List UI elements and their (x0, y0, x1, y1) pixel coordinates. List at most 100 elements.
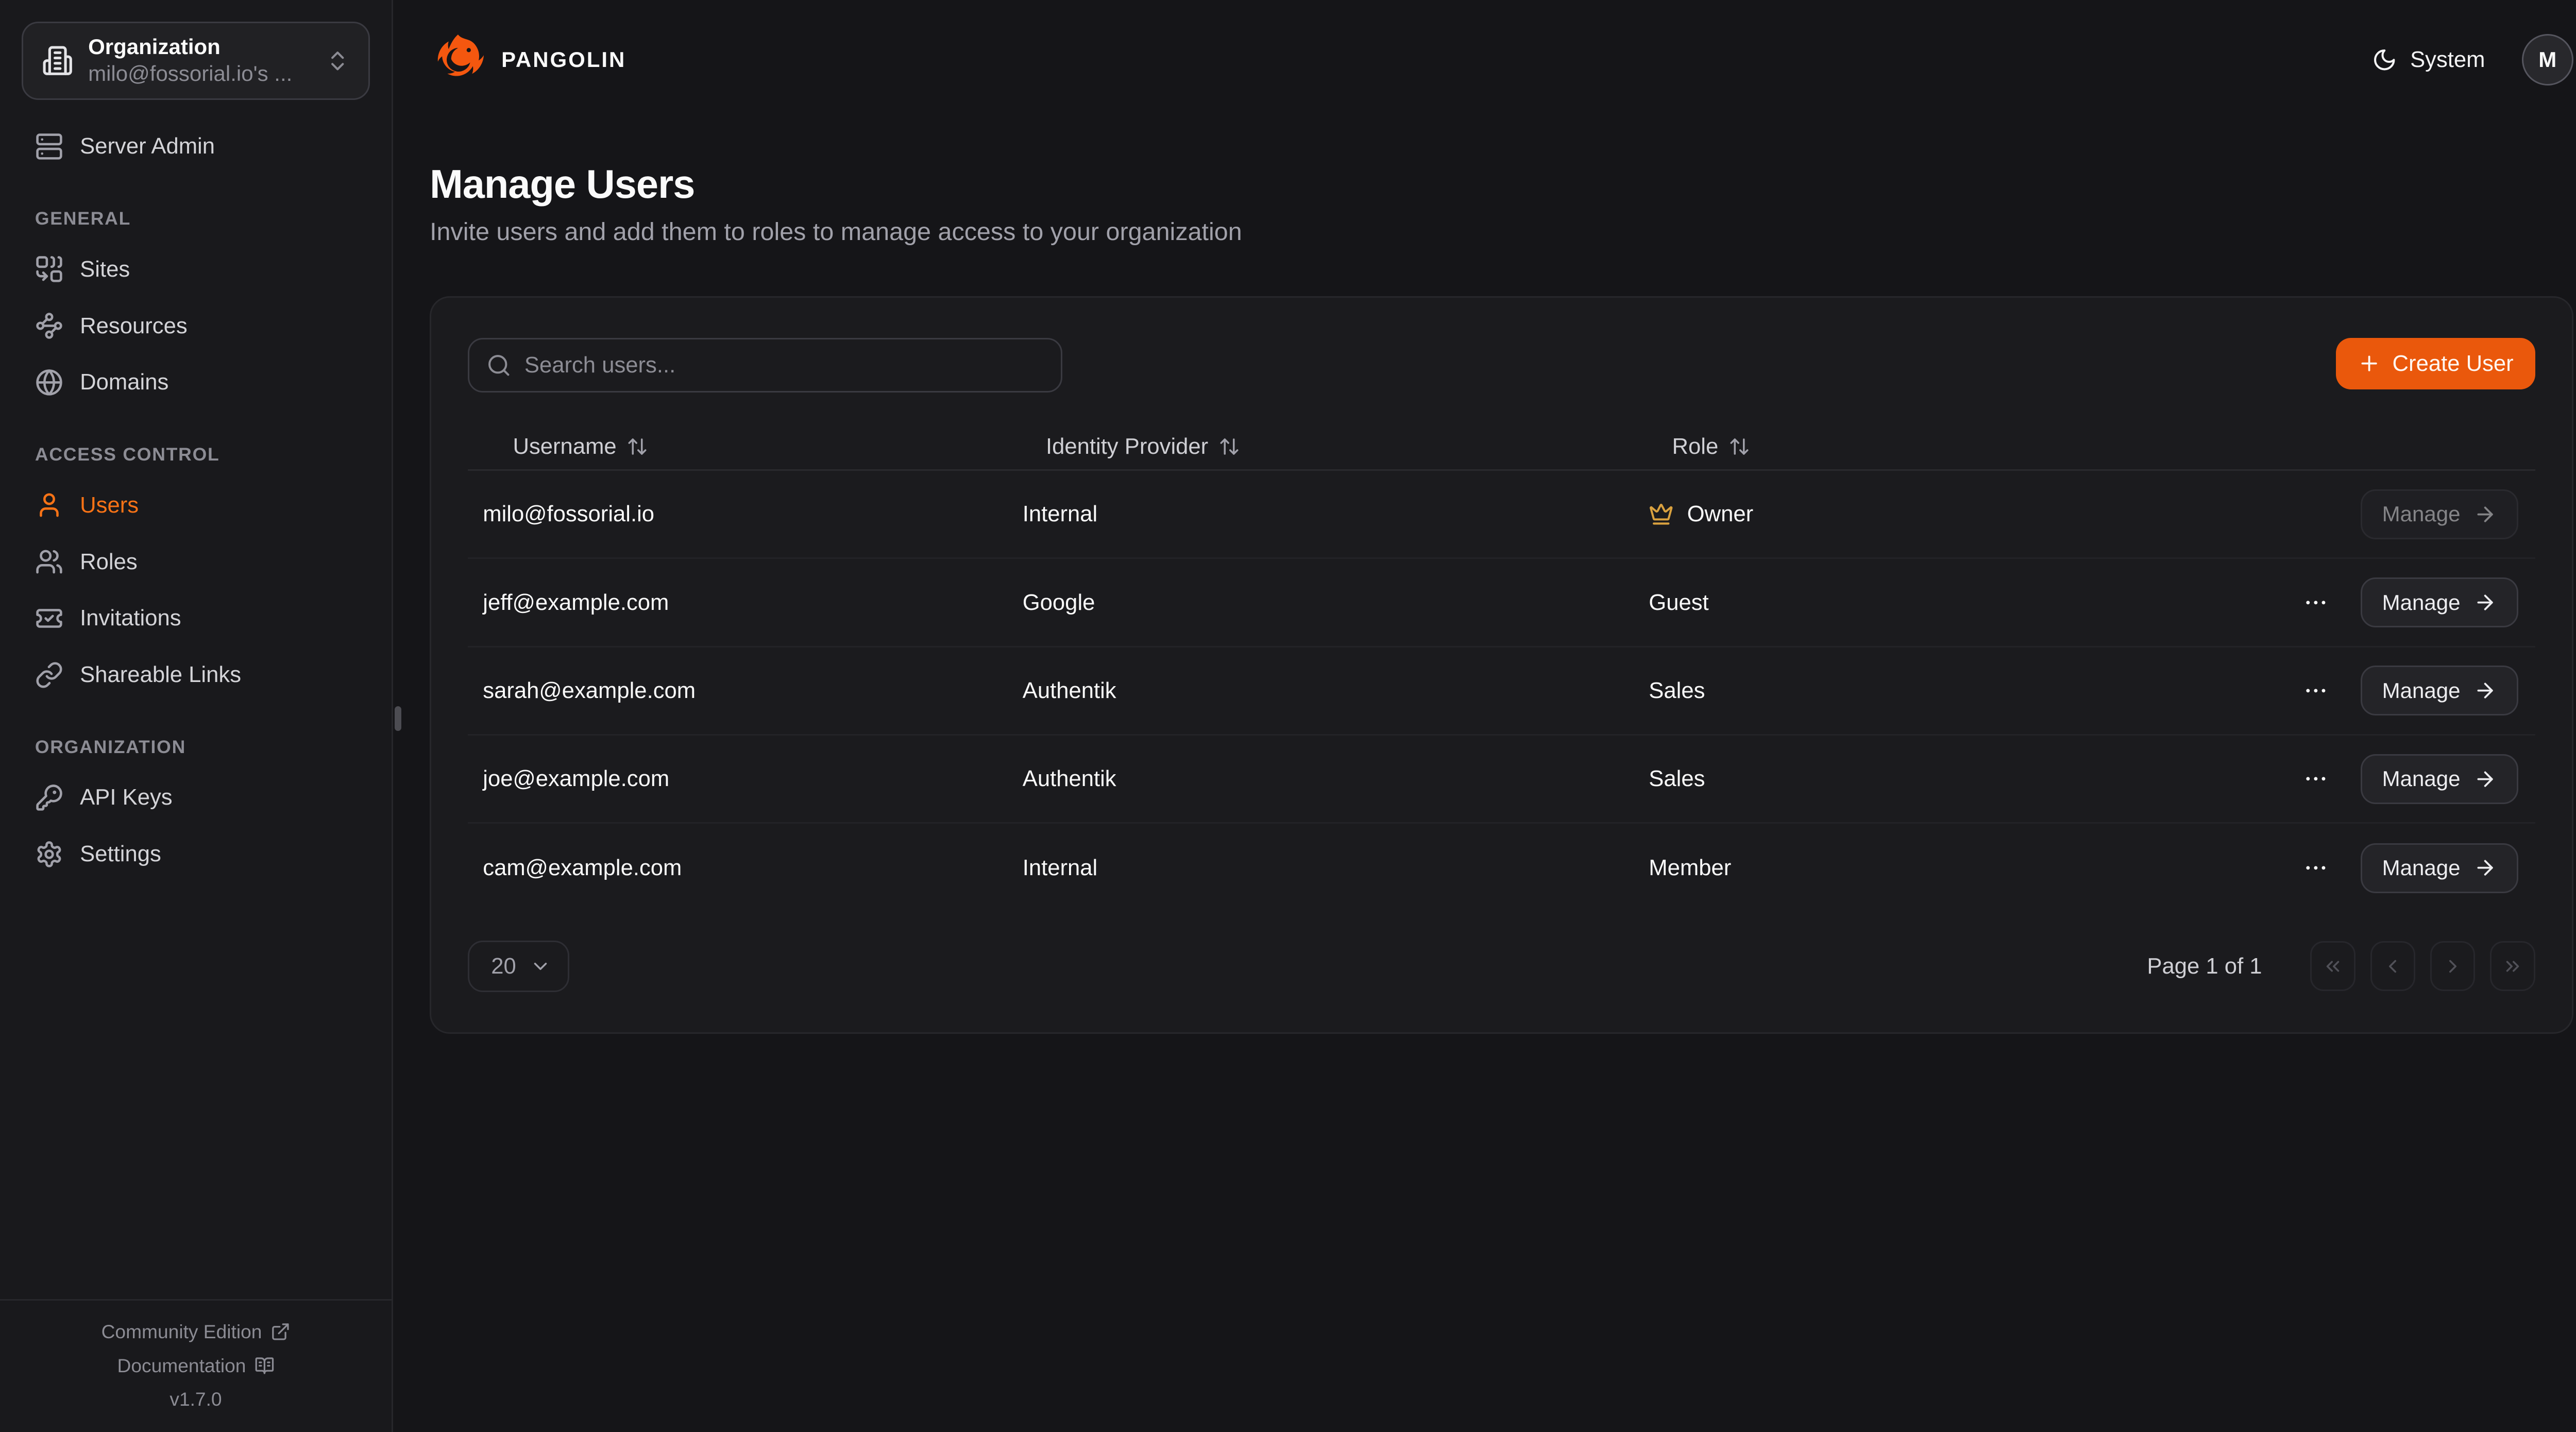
community-edition-label: Community Edition (101, 1321, 262, 1343)
cell-identity-provider: Internal (1023, 855, 1649, 881)
manage-button[interactable]: Manage (2361, 577, 2519, 627)
next-page-button[interactable] (2430, 941, 2475, 991)
column-header-identity-provider[interactable]: Identity Provider (1023, 434, 1649, 459)
sidebar-item-label: API Keys (80, 785, 172, 810)
search-icon (486, 353, 511, 378)
chevron-left-icon (2382, 956, 2403, 977)
previous-page-button[interactable] (2370, 941, 2415, 991)
cell-username: milo@fossorial.io (468, 501, 1023, 527)
table-header-row: Username Identity Provider Role (468, 424, 2535, 471)
sidebar-item-domains[interactable]: Domains (22, 356, 370, 409)
row-menu-button[interactable] (2299, 586, 2332, 619)
page-indicator: Page 1 of 1 (2147, 953, 2262, 979)
page-subtitle: Invite users and add them to roles to ma… (430, 217, 2573, 246)
row-menu-button[interactable] (2299, 851, 2332, 885)
manage-button[interactable]: Manage (2361, 666, 2519, 715)
waypoints-icon (35, 312, 63, 340)
documentation-label: Documentation (117, 1355, 246, 1377)
column-header-role[interactable]: Role (1649, 434, 2268, 459)
sidebar-item-sites[interactable]: Sites (22, 243, 370, 296)
cell-identity-provider: Google (1023, 590, 1649, 616)
theme-toggle[interactable]: System (2372, 47, 2485, 73)
external-link-icon (270, 1322, 291, 1342)
sort-icon (1218, 436, 1240, 457)
sidebar-item-resources[interactable]: Resources (22, 299, 370, 352)
manage-button: Manage (2361, 489, 2519, 539)
nav-section-access-control: ACCESS CONTROL (35, 444, 370, 465)
main-area: PANGOLIN System M Manage Users Invite us… (393, 0, 2576, 1432)
sidebar-item-roles[interactable]: Roles (22, 535, 370, 588)
sidebar-item-label: Settings (80, 841, 161, 867)
chevrons-up-down-icon (325, 48, 350, 73)
theme-toggle-label: System (2410, 47, 2485, 73)
book-open-icon (255, 1356, 275, 1376)
topbar: PANGOLIN System M (393, 0, 2576, 120)
sidebar-item-users[interactable]: Users (22, 479, 370, 532)
row-menu-button[interactable] (2299, 762, 2332, 796)
community-edition-link[interactable]: Community Edition (101, 1321, 291, 1343)
org-selector[interactable]: Organization milo@fossorial.io's ... (22, 22, 370, 100)
chevron-down-icon (530, 956, 551, 977)
page-size-select[interactable]: 20 (468, 941, 569, 992)
documentation-link[interactable]: Documentation (117, 1355, 275, 1377)
user-icon (35, 491, 63, 519)
cell-role: Sales (1649, 766, 2268, 792)
brand-name: PANGOLIN (501, 47, 626, 72)
sort-icon (1728, 436, 1750, 457)
ellipsis-icon (2302, 677, 2329, 704)
cell-role: Sales (1649, 678, 2268, 704)
cell-identity-provider: Authentik (1023, 766, 1649, 792)
org-selector-label: Organization (88, 33, 310, 60)
search-box (468, 338, 1062, 393)
table-row: joe@example.com Authentik Sales Manage (468, 736, 2535, 824)
manage-button[interactable]: Manage (2361, 754, 2519, 804)
arrow-right-icon (2473, 679, 2497, 702)
sidebar-item-label: Domains (80, 369, 168, 395)
sidebar-item-server-admin[interactable]: Server Admin (22, 120, 370, 173)
cell-identity-provider: Authentik (1023, 678, 1649, 704)
table-row: milo@fossorial.io Internal Owner Manage (468, 471, 2535, 559)
table-footer: 20 Page 1 of 1 (468, 941, 2535, 992)
table-row: jeff@example.com Google Guest Manage (468, 559, 2535, 647)
page-size-value: 20 (491, 953, 516, 979)
arrow-right-icon (2473, 591, 2497, 614)
combine-icon (35, 255, 63, 283)
sidebar-resize-handle[interactable] (395, 706, 401, 731)
last-page-button[interactable] (2490, 941, 2535, 991)
sidebar-item-settings[interactable]: Settings (22, 828, 370, 881)
row-menu-button[interactable] (2299, 674, 2332, 708)
sidebar: Organization milo@fossorial.io's ... Ser… (0, 0, 393, 1432)
pangolin-logo-icon (430, 31, 486, 88)
sidebar-item-label: Invitations (80, 605, 181, 631)
ticket-check-icon (35, 604, 63, 633)
first-page-button[interactable] (2310, 941, 2355, 991)
create-user-button[interactable]: Create User (2336, 338, 2535, 389)
sidebar-item-label: Sites (80, 257, 130, 282)
nav-section-general: GENERAL (35, 208, 370, 229)
sidebar-item-invitations[interactable]: Invitations (22, 592, 370, 645)
org-selector-value: milo@fossorial.io's ... (88, 60, 310, 88)
avatar[interactable]: M (2522, 34, 2573, 86)
arrow-right-icon (2473, 503, 2497, 526)
ellipsis-icon (2302, 855, 2329, 881)
sort-icon (626, 436, 648, 457)
page-header: Manage Users Invite users and add them t… (393, 162, 2576, 246)
cell-username: cam@example.com (468, 855, 1023, 881)
sidebar-item-label: Roles (80, 549, 138, 575)
users-toolbar: Create User (468, 338, 2535, 393)
version-label: v1.7.0 (170, 1388, 222, 1410)
users-table: Username Identity Provider Role m (468, 424, 2535, 912)
cell-username: jeff@example.com (468, 590, 1023, 616)
column-header-username[interactable]: Username (468, 434, 1023, 459)
ellipsis-icon (2302, 765, 2329, 792)
sidebar-item-api-keys[interactable]: API Keys (22, 771, 370, 824)
sidebar-item-label: Server Admin (80, 133, 215, 159)
key-icon (35, 783, 63, 812)
brand[interactable]: PANGOLIN (430, 31, 626, 88)
manage-button[interactable]: Manage (2361, 843, 2519, 893)
cell-username: sarah@example.com (468, 678, 1023, 704)
sidebar-item-shareable-links[interactable]: Shareable Links (22, 649, 370, 702)
search-input[interactable] (468, 338, 1062, 393)
sidebar-item-label: Shareable Links (80, 662, 241, 688)
link-icon (35, 661, 63, 689)
